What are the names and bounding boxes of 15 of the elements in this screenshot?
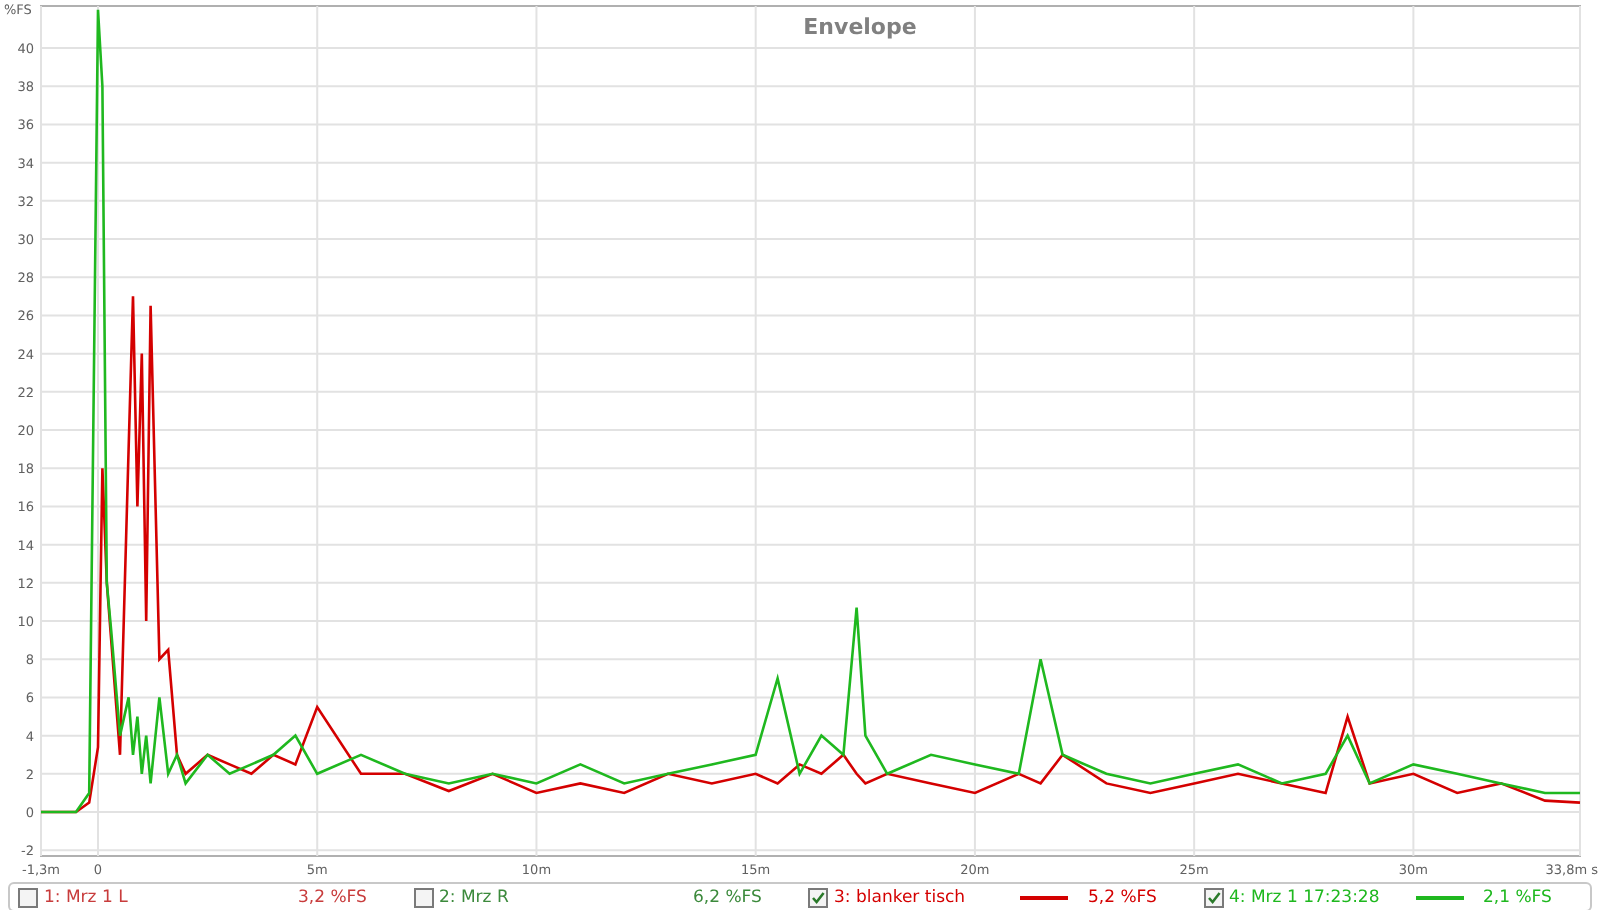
line-swatch xyxy=(1020,895,1068,899)
chart-title: Envelope xyxy=(803,14,917,40)
checkbox[interactable] xyxy=(413,887,433,907)
checkbox[interactable] xyxy=(808,887,828,907)
checkbox[interactable] xyxy=(18,887,38,907)
legend-label: 3: blanker tisch xyxy=(834,887,966,907)
legend-label: 4: Mrz 1 17:23:28 xyxy=(1229,887,1380,907)
legend-reading: 5,2 %FS xyxy=(1088,887,1159,907)
line-swatch xyxy=(1415,895,1463,899)
legend-label: 2: Mrz R xyxy=(439,887,509,907)
legend-reading: 3,2 %FS xyxy=(298,887,369,907)
checkbox[interactable] xyxy=(1203,887,1223,907)
legend-label: 1: Mrz 1 L xyxy=(44,887,128,907)
legend-reading: 2,1 %FS xyxy=(1483,887,1554,907)
legend-reading: 6,2 %FS xyxy=(693,887,764,907)
